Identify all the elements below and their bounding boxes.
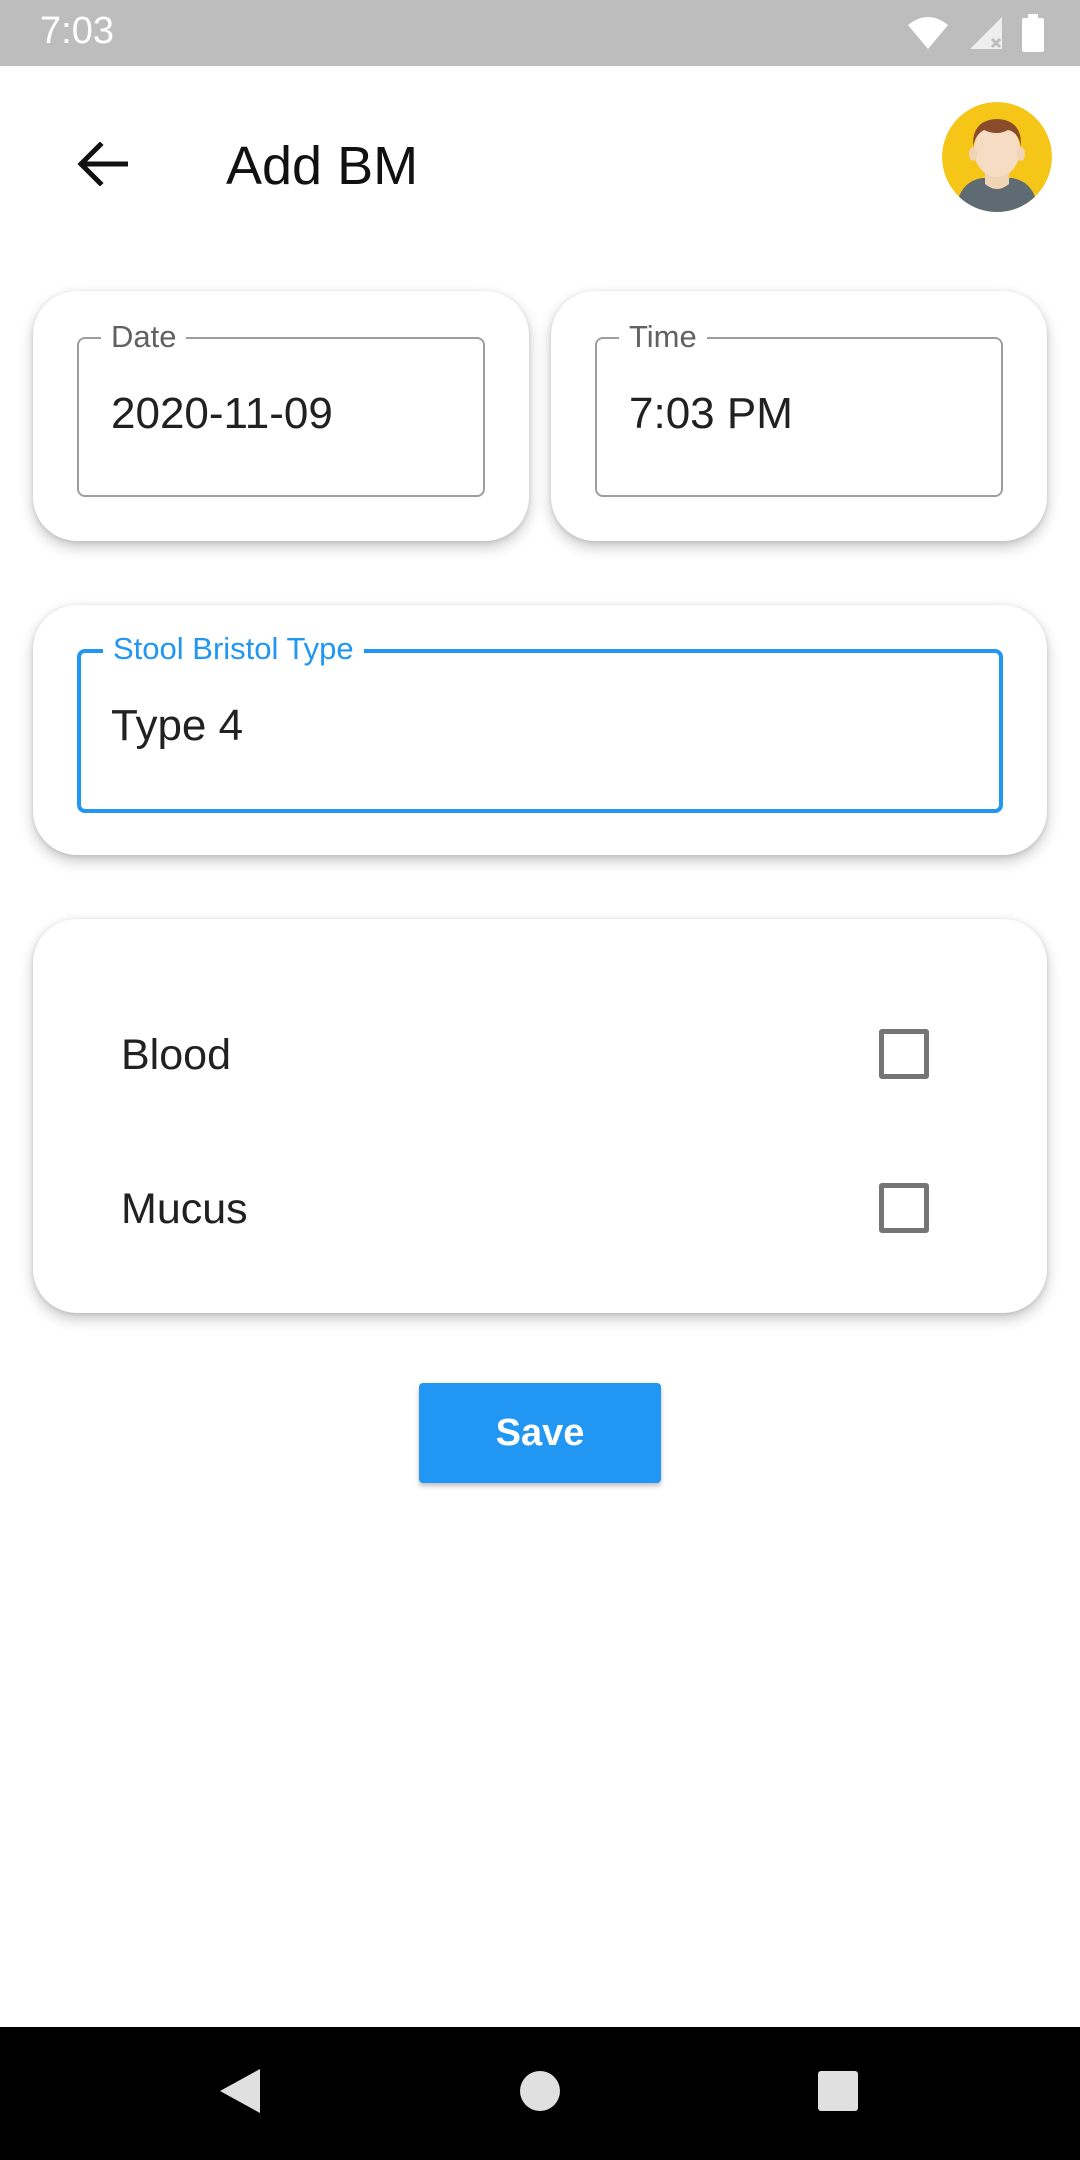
- back-button[interactable]: [62, 126, 142, 206]
- nav-home-button[interactable]: [510, 2063, 570, 2123]
- signal-icon: [968, 15, 1004, 56]
- page-title: Add BM: [226, 136, 419, 196]
- nav-back-icon: [218, 2067, 262, 2120]
- app-bar: Add BM: [0, 66, 1080, 250]
- time-field[interactable]: Time 7:03 PM: [595, 317, 1003, 497]
- symptoms-card: Blood Mucus: [33, 919, 1047, 1313]
- back-arrow-icon: [76, 140, 129, 191]
- mucus-checkbox[interactable]: [879, 1183, 929, 1233]
- nav-back-button[interactable]: [210, 2063, 270, 2123]
- blood-label: Blood: [121, 1031, 231, 1079]
- navigation-bar: [0, 2027, 1080, 2160]
- time-value: 7:03 PM: [629, 389, 793, 438]
- time-label: Time: [619, 317, 707, 357]
- date-field[interactable]: Date 2020-11-09: [77, 317, 485, 497]
- save-button[interactable]: Save: [419, 1383, 661, 1483]
- stool-type-field[interactable]: Stool Bristol Type Type 4: [77, 629, 1003, 813]
- mucus-label: Mucus: [121, 1185, 248, 1233]
- time-card: Time 7:03 PM: [551, 291, 1047, 541]
- date-value: 2020-11-09: [111, 389, 333, 438]
- nav-home-icon: [518, 2069, 562, 2118]
- wifi-icon: [906, 15, 950, 56]
- blood-checkbox[interactable]: [879, 1029, 929, 1079]
- nav-recents-icon: [817, 2070, 859, 2117]
- stool-type-value: Type 4: [111, 701, 244, 750]
- avatar[interactable]: [942, 102, 1052, 212]
- status-bar: 7:03: [0, 0, 1080, 66]
- stool-type-label: Stool Bristol Type: [103, 629, 364, 669]
- stool-type-card: Stool Bristol Type Type 4: [33, 605, 1047, 855]
- battery-icon: [1022, 14, 1044, 57]
- date-label: Date: [101, 317, 187, 357]
- date-card: Date 2020-11-09: [33, 291, 529, 541]
- nav-recents-button[interactable]: [808, 2063, 868, 2123]
- blood-row[interactable]: Blood: [33, 1009, 1047, 1109]
- status-icons: [906, 14, 1044, 57]
- mucus-row[interactable]: Mucus: [33, 1163, 1047, 1263]
- status-time: 7:03: [40, 10, 114, 52]
